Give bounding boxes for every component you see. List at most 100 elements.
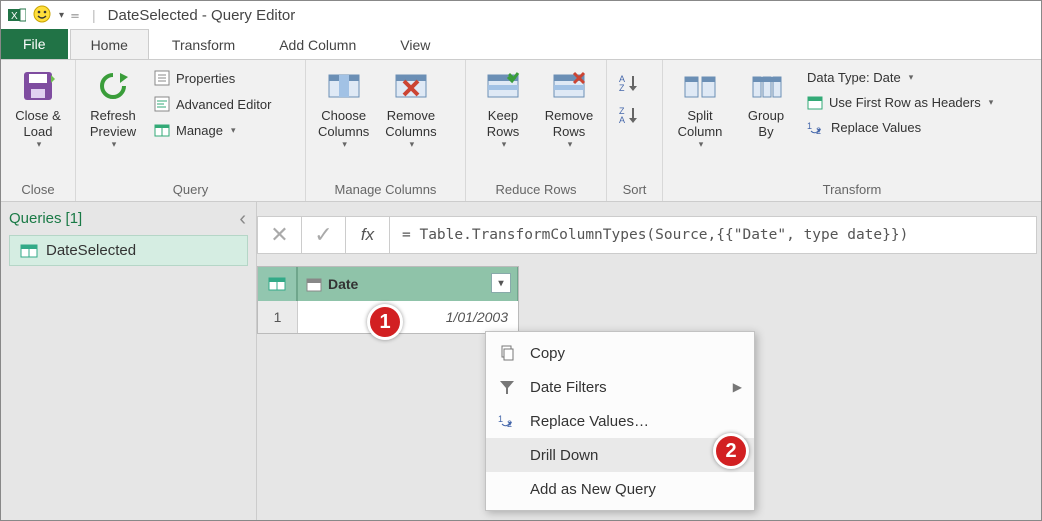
group-transform-label: Transform [671, 178, 1033, 199]
table-icon [20, 243, 38, 259]
remove-rows-label: Remove Rows [545, 108, 593, 139]
remove-rows-icon [551, 68, 587, 104]
tab-view[interactable]: View [379, 29, 451, 59]
headers-icon [807, 96, 823, 110]
svg-text:A: A [619, 115, 625, 124]
columns-icon [326, 68, 362, 104]
ctx-drilldown-label: Drill Down [530, 447, 598, 464]
submenu-arrow-icon: ▶ [733, 380, 742, 394]
column-header-date[interactable]: Date ▾ [298, 267, 518, 301]
formula-cancel-button[interactable]: ✕ [257, 216, 301, 254]
smiley-icon[interactable] [33, 5, 53, 25]
ctx-date-filters[interactable]: Date Filters ▶ [486, 370, 754, 404]
ctx-addnew-label: Add as New Query [530, 481, 656, 498]
ctx-copy-label: Copy [530, 345, 565, 362]
tab-addcolumn[interactable]: Add Column [258, 29, 377, 59]
group-by-label: Group By [748, 108, 784, 139]
ctx-filters-label: Date Filters [530, 379, 607, 396]
chevron-down-icon: ▾ [231, 125, 236, 136]
qat-customize-icon[interactable]: ＝ [70, 8, 80, 23]
properties-label: Properties [176, 71, 235, 86]
tab-file[interactable]: File [1, 29, 68, 59]
remove-columns-button[interactable]: Remove Columns ▾ [381, 64, 440, 150]
close-and-load-button[interactable]: Close & Load ▾ [9, 64, 67, 150]
ctx-copy[interactable]: Copy [486, 336, 754, 370]
group-query-label: Query [84, 178, 297, 199]
cell-date[interactable]: 1/01/2003 [298, 301, 518, 333]
query-item-label: DateSelected [46, 242, 136, 259]
collapse-pane-icon[interactable]: ‹ [239, 208, 246, 231]
qat-dropdown-icon[interactable]: ▾ [59, 10, 64, 21]
keep-rows-icon [485, 68, 521, 104]
grid-corner[interactable] [258, 267, 298, 301]
ribbon-tabs: File Home Transform Add Column View [1, 29, 1041, 59]
properties-icon [154, 70, 170, 86]
group-reducerows-label: Reduce Rows [474, 178, 598, 199]
tab-home[interactable]: Home [70, 29, 149, 59]
svg-text:1: 1 [807, 121, 812, 131]
manage-label: Manage [176, 123, 223, 138]
formula-bar: ✕ ✓ fx = Table.TransformColumnTypes(Sour… [257, 216, 1041, 254]
remove-columns-label: Remove Columns [385, 108, 436, 139]
queries-title: Queries [1] [9, 210, 248, 227]
first-row-headers-button[interactable]: Use First Row as Headers ▾ [803, 93, 997, 112]
ctx-replace-label: Replace Values… [530, 413, 649, 430]
tab-transform[interactable]: Transform [151, 29, 256, 59]
data-type-button[interactable]: Data Type: Date ▾ [803, 68, 997, 87]
sort-asc-button[interactable]: AZ [615, 72, 643, 94]
queries-count: [1] [66, 210, 83, 227]
table-icon [154, 122, 170, 138]
chevron-down-icon: ▾ [568, 139, 573, 150]
annotation-badge-1: 1 [367, 304, 403, 340]
data-type-label: Data Type: Date [807, 70, 901, 85]
ctx-replace-values[interactable]: 12 Replace Values… [486, 404, 754, 438]
excel-icon: X [7, 5, 27, 25]
refresh-icon [95, 68, 131, 104]
manage-button[interactable]: Manage ▾ [150, 120, 275, 140]
column-filter-button[interactable]: ▾ [491, 273, 511, 293]
filter-icon [496, 379, 518, 395]
copy-icon [496, 345, 518, 361]
keep-rows-label: Keep Rows [487, 108, 520, 139]
sort-asc-icon: AZ [619, 74, 639, 92]
ctx-add-new-query[interactable]: Add as New Query [486, 472, 754, 506]
titlebar: X ▾ ＝ | DateSelected - Query Editor [1, 1, 1041, 29]
formula-accept-button[interactable]: ✓ [301, 216, 345, 254]
chevron-down-icon: ▾ [502, 139, 507, 150]
context-menu: Copy Date Filters ▶ 12 Replace Values… D… [485, 331, 755, 511]
chevron-down-icon: ▾ [112, 139, 117, 150]
query-item[interactable]: DateSelected [9, 235, 248, 266]
remove-columns-icon [393, 68, 429, 104]
chevron-down-icon: ▾ [989, 97, 994, 108]
formula-input[interactable]: = Table.TransformColumnTypes(Source,{{"D… [389, 216, 1037, 254]
remove-rows-button[interactable]: Remove Rows ▾ [540, 64, 598, 150]
refresh-preview-button[interactable]: Refresh Preview ▾ [84, 64, 142, 150]
save-icon [20, 68, 56, 104]
fx-icon[interactable]: fx [345, 216, 389, 254]
split-column-button[interactable]: Split Column ▾ [671, 64, 729, 150]
sort-desc-button[interactable]: ZA [615, 104, 643, 126]
choose-columns-button[interactable]: Choose Columns ▾ [314, 64, 373, 150]
split-column-label: Split Column [678, 108, 723, 139]
row-index: 1 [258, 301, 298, 333]
chevron-down-icon: ▾ [909, 72, 914, 83]
svg-text:Z: Z [619, 83, 625, 92]
editor-icon [154, 96, 170, 112]
keep-rows-button[interactable]: Keep Rows ▾ [474, 64, 532, 150]
group-by-button[interactable]: Group By [737, 64, 795, 139]
replace-icon: 12 [807, 121, 825, 135]
group-managecols-label: Manage Columns [314, 178, 457, 199]
first-row-headers-label: Use First Row as Headers [829, 95, 981, 110]
calendar-icon [306, 276, 322, 292]
chevron-down-icon: ▾ [699, 139, 704, 150]
refresh-preview-label: Refresh Preview [90, 108, 136, 139]
choose-columns-label: Choose Columns [318, 108, 369, 139]
annotation-badge-2: 2 [713, 433, 749, 469]
queries-pane: ‹ Queries [1] DateSelected [1, 202, 257, 520]
svg-text:1: 1 [498, 414, 503, 424]
replace-values-button[interactable]: 12 Replace Values [803, 118, 997, 137]
column-header-label: Date [328, 276, 358, 292]
properties-button[interactable]: Properties [150, 68, 275, 88]
sort-desc-icon: ZA [619, 106, 639, 124]
advanced-editor-button[interactable]: Advanced Editor [150, 94, 275, 114]
